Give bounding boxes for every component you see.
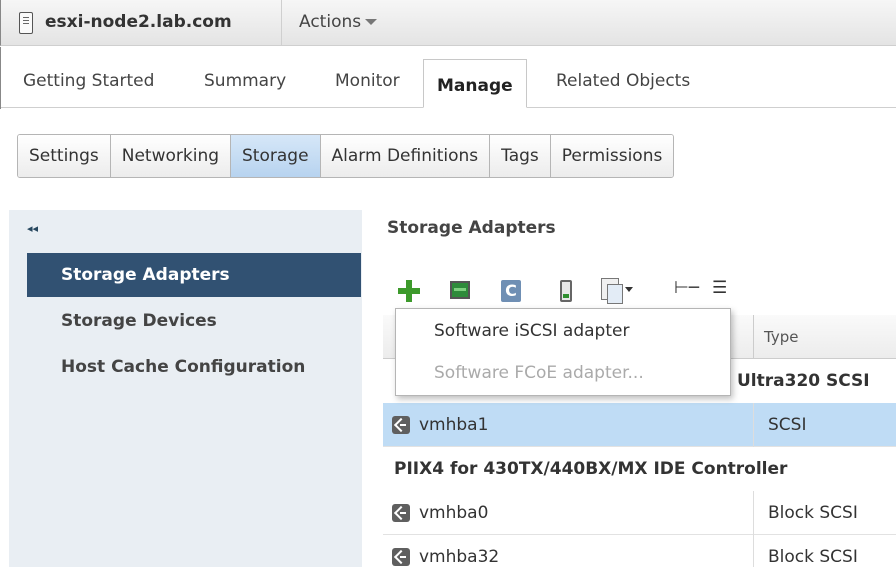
device-icon[interactable] — [560, 280, 572, 302]
table-row[interactable]: vmhba1 SCSI — [383, 403, 896, 447]
sidebar-item-storage-devices[interactable]: Storage Devices — [27, 299, 361, 343]
column-header-type[interactable]: Type — [753, 315, 896, 359]
actions-menu-button[interactable]: Actions — [299, 12, 378, 32]
add-adapter-menu: Software iSCSI adapter Software FCoE ada… — [395, 308, 731, 396]
adapter-name: vmhba32 — [419, 547, 500, 567]
sidebar-item-host-cache-configuration[interactable]: Host Cache Configuration — [27, 345, 361, 389]
table-row[interactable]: vmhba32 Block SCSI — [383, 535, 896, 567]
menu-item-software-fcoe: Software FCoE adapter... — [434, 363, 644, 383]
chevron-down-icon — [365, 19, 378, 25]
group-header-row: PIIX4 for 430TX/440BX/MX IDE Controller — [383, 447, 896, 491]
copy-icon[interactable] — [601, 278, 623, 304]
host-icon — [19, 12, 33, 34]
add-icon[interactable] — [398, 280, 420, 302]
rescan-icon[interactable] — [450, 281, 470, 299]
adapter-name: vmhba1 — [419, 415, 489, 435]
table-row[interactable]: vmhba0 Block SCSI — [383, 491, 896, 535]
actions-label: Actions — [299, 12, 362, 32]
page-title: Storage Adapters — [387, 218, 556, 238]
subtab-settings[interactable]: Settings — [18, 135, 111, 177]
subtab-tags[interactable]: Tags — [490, 135, 551, 177]
adapter-type: Block SCSI — [753, 491, 896, 535]
tab-monitor[interactable]: Monitor — [335, 71, 400, 91]
tab-summary[interactable]: Summary — [204, 71, 286, 91]
tab-related-objects[interactable]: Related Objects — [556, 71, 690, 91]
storage-sidebar: ◂◂ Storage Adapters Storage Devices Host… — [9, 210, 362, 567]
tab-getting-started[interactable]: Getting Started — [23, 71, 154, 91]
adapter-icon — [392, 416, 410, 434]
adapter-icon — [392, 548, 410, 566]
chevron-down-icon[interactable] — [625, 287, 633, 292]
host-title: esxi-node2.lab.com — [45, 12, 232, 32]
tab-manage[interactable]: Manage — [423, 59, 527, 108]
sub-tab-bar: Settings Networking Storage Alarm Defini… — [17, 134, 675, 178]
adapter-type: SCSI — [753, 403, 896, 447]
adapter-name: vmhba0 — [419, 503, 489, 523]
group-label: PIIX4 for 430TX/440BX/MX IDE Controller — [394, 459, 788, 479]
object-header: esxi-node2.lab.com Actions — [0, 0, 896, 46]
main-tab-bar: Getting Started Summary Monitor Manage R… — [0, 47, 896, 109]
subtab-storage[interactable]: Storage — [231, 135, 321, 177]
menu-item-software-iscsi[interactable]: Software iSCSI adapter — [396, 311, 730, 351]
column-icon[interactable]: ⊢─ — [674, 278, 699, 298]
refresh-icon[interactable]: C — [501, 280, 521, 302]
subtab-alarm-definitions[interactable]: Alarm Definitions — [320, 135, 491, 177]
list-icon[interactable]: ☰ — [712, 278, 727, 298]
subtab-permissions[interactable]: Permissions — [550, 135, 674, 177]
header-divider — [281, 0, 282, 46]
adapter-type: Block SCSI — [753, 535, 896, 567]
collapse-panel-icon[interactable]: ◂◂ — [27, 222, 38, 235]
adapter-icon — [392, 504, 410, 522]
group-label: Ultra320 SCSI — [737, 371, 870, 391]
sidebar-item-storage-adapters[interactable]: Storage Adapters — [27, 253, 361, 297]
subtab-networking[interactable]: Networking — [110, 135, 232, 177]
